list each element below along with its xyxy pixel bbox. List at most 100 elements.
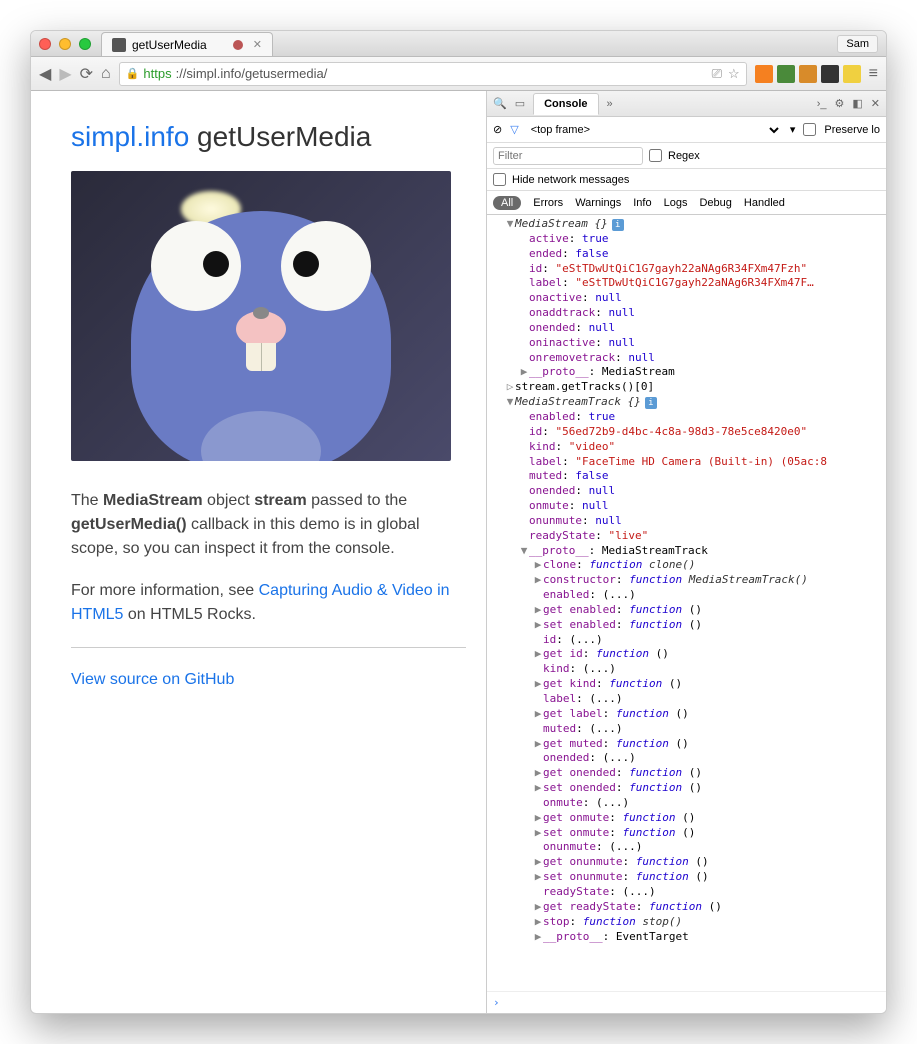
home-button[interactable]: ⌂ <box>101 65 111 83</box>
console-row[interactable]: ▶get kind: function () <box>487 677 886 692</box>
console-row[interactable]: muted: false <box>487 469 886 484</box>
level-info[interactable]: Info <box>633 197 651 209</box>
tab-console[interactable]: Console <box>533 93 598 115</box>
level-handled[interactable]: Handled <box>744 197 785 209</box>
forward-button[interactable]: ▶ <box>59 64 71 84</box>
disclosure-arrow-icon[interactable]: ▶ <box>533 647 543 662</box>
console-row[interactable]: kind: (...) <box>487 662 886 677</box>
console-row[interactable]: id: "56ed72b9-d4bc-4c8a-98d3-78e5ce8420e… <box>487 425 886 440</box>
search-icon[interactable]: 🔍 <box>493 97 507 110</box>
extension-icon[interactable] <box>755 65 773 83</box>
console-row[interactable]: label: "eStTDwUtQiC1G7gayh22aNAg6R34FXm4… <box>487 276 886 291</box>
console-row[interactable]: ▼MediaStream {}i <box>487 217 886 232</box>
console-row[interactable]: ▶set enabled: function () <box>487 618 886 633</box>
extension-icon[interactable] <box>843 65 861 83</box>
console-row[interactable]: ended: false <box>487 247 886 262</box>
console-row[interactable]: ▶clone: function clone() <box>487 558 886 573</box>
console-row[interactable]: id: "eStTDwUtQiC1G7gayh22aNAg6R34FXm47Fz… <box>487 262 886 277</box>
disclosure-arrow-icon[interactable]: ▶ <box>533 677 543 692</box>
profile-badge[interactable]: Sam <box>837 35 878 53</box>
disclosure-arrow-icon[interactable]: ▶ <box>533 900 543 915</box>
console-row[interactable]: onunmute: null <box>487 514 886 529</box>
minimize-window-button[interactable] <box>59 38 71 50</box>
disclosure-arrow-icon[interactable]: ▼ <box>519 544 529 559</box>
disclosure-arrow-icon[interactable]: ▶ <box>533 781 543 796</box>
disclosure-arrow-icon[interactable]: ▶ <box>519 365 529 380</box>
dock-side-icon[interactable]: ◧ <box>852 97 862 110</box>
level-errors[interactable]: Errors <box>533 197 563 209</box>
disclosure-arrow-icon[interactable]: ▶ <box>533 707 543 722</box>
disclosure-arrow-icon[interactable]: ▶ <box>533 766 543 781</box>
console-row[interactable]: ▶get enabled: function () <box>487 603 886 618</box>
console-row[interactable]: kind: "video" <box>487 440 886 455</box>
console-row[interactable]: ▶set onended: function () <box>487 781 886 796</box>
disclosure-arrow-icon[interactable]: ▷ <box>505 380 515 395</box>
console-row[interactable]: ▶__proto__: EventTarget <box>487 930 886 945</box>
more-tabs-button[interactable]: » <box>607 98 613 110</box>
disclosure-arrow-icon[interactable]: ▼ <box>505 217 515 232</box>
console-row[interactable]: active: true <box>487 232 886 247</box>
disclosure-arrow-icon[interactable]: ▶ <box>533 811 543 826</box>
disclosure-arrow-icon[interactable]: ▶ <box>533 826 543 841</box>
console-row[interactable]: onmute: (...) <box>487 796 886 811</box>
console-row[interactable]: onunmute: (...) <box>487 840 886 855</box>
console-row[interactable]: ▶set onmute: function () <box>487 826 886 841</box>
console-row[interactable]: onaddtrack: null <box>487 306 886 321</box>
console-row[interactable]: ▶stop: function stop() <box>487 915 886 930</box>
view-source-link[interactable]: View source on GitHub <box>71 671 234 688</box>
zoom-window-button[interactable] <box>79 38 91 50</box>
console-row[interactable]: ▶get readyState: function () <box>487 900 886 915</box>
frame-select[interactable]: <top frame> <box>527 123 782 137</box>
disclosure-arrow-icon[interactable]: ▶ <box>533 930 543 945</box>
console-row[interactable]: ▶set onunmute: function () <box>487 870 886 885</box>
console-row[interactable]: ▶get onunmute: function () <box>487 855 886 870</box>
console-row[interactable]: onended: null <box>487 484 886 499</box>
close-devtools-button[interactable]: ✕ <box>871 97 880 110</box>
frame-dropdown-arrow-icon[interactable]: ▾ <box>790 123 796 136</box>
console-row[interactable]: ▼MediaStreamTrack {}i <box>487 395 886 410</box>
console-row[interactable]: ▶get onmute: function () <box>487 811 886 826</box>
close-window-button[interactable] <box>39 38 51 50</box>
filter-funnel-icon[interactable]: ▽ <box>510 123 518 136</box>
console-row[interactable]: onactive: null <box>487 291 886 306</box>
level-debug[interactable]: Debug <box>699 197 731 209</box>
console-row[interactable]: onmute: null <box>487 499 886 514</box>
console-row[interactable]: ▶constructor: function MediaStreamTrack(… <box>487 573 886 588</box>
console-row[interactable]: label: (...) <box>487 692 886 707</box>
url-bar[interactable]: 🔒 https://simpl.info/getusermedia/ ⎚ ☆ <box>119 62 747 86</box>
extension-icon[interactable] <box>799 65 817 83</box>
back-button[interactable]: ◀ <box>39 64 51 84</box>
disclosure-arrow-icon[interactable]: ▶ <box>533 737 543 752</box>
console-row[interactable]: id: (...) <box>487 633 886 648</box>
hide-network-checkbox[interactable] <box>493 173 506 186</box>
device-mode-icon[interactable]: ▭ <box>515 97 525 110</box>
extension-icon[interactable] <box>777 65 795 83</box>
settings-gear-icon[interactable]: ⚙ <box>835 97 845 110</box>
filter-input[interactable] <box>493 147 643 165</box>
console-row[interactable]: onremovetrack: null <box>487 351 886 366</box>
console-prompt[interactable]: › <box>487 991 886 1013</box>
console-row[interactable]: ▶__proto__: MediaStream <box>487 365 886 380</box>
clear-console-icon[interactable]: ⊘ <box>493 123 502 136</box>
disclosure-arrow-icon[interactable]: ▶ <box>533 855 543 870</box>
console-row[interactable]: ▶get label: function () <box>487 707 886 722</box>
disclosure-arrow-icon[interactable]: ▼ <box>505 395 515 410</box>
disclosure-arrow-icon[interactable]: ▶ <box>533 870 543 885</box>
console-row[interactable]: onended: (...) <box>487 751 886 766</box>
console-row[interactable]: muted: (...) <box>487 722 886 737</box>
console-row[interactable]: onended: null <box>487 321 886 336</box>
reload-button[interactable]: ⟳ <box>80 64 93 84</box>
browser-tab[interactable]: getUserMedia ✕ <box>101 32 273 56</box>
disclosure-arrow-icon[interactable]: ▶ <box>533 915 543 930</box>
console-row[interactable]: ▷stream.getTracks()[0] <box>487 380 886 395</box>
console-row[interactable]: readyState: "live" <box>487 529 886 544</box>
level-logs[interactable]: Logs <box>664 197 688 209</box>
regex-checkbox[interactable] <box>649 149 662 162</box>
console-row[interactable]: ▼__proto__: MediaStreamTrack <box>487 544 886 559</box>
camera-indicator-icon[interactable]: ⎚ <box>712 66 722 82</box>
console-output[interactable]: ▼MediaStream {}iactive: trueended: false… <box>487 215 886 991</box>
console-row[interactable]: readyState: (...) <box>487 885 886 900</box>
level-all[interactable]: All <box>493 196 521 210</box>
disclosure-arrow-icon[interactable]: ▶ <box>533 558 543 573</box>
disclosure-arrow-icon[interactable]: ▶ <box>533 603 543 618</box>
